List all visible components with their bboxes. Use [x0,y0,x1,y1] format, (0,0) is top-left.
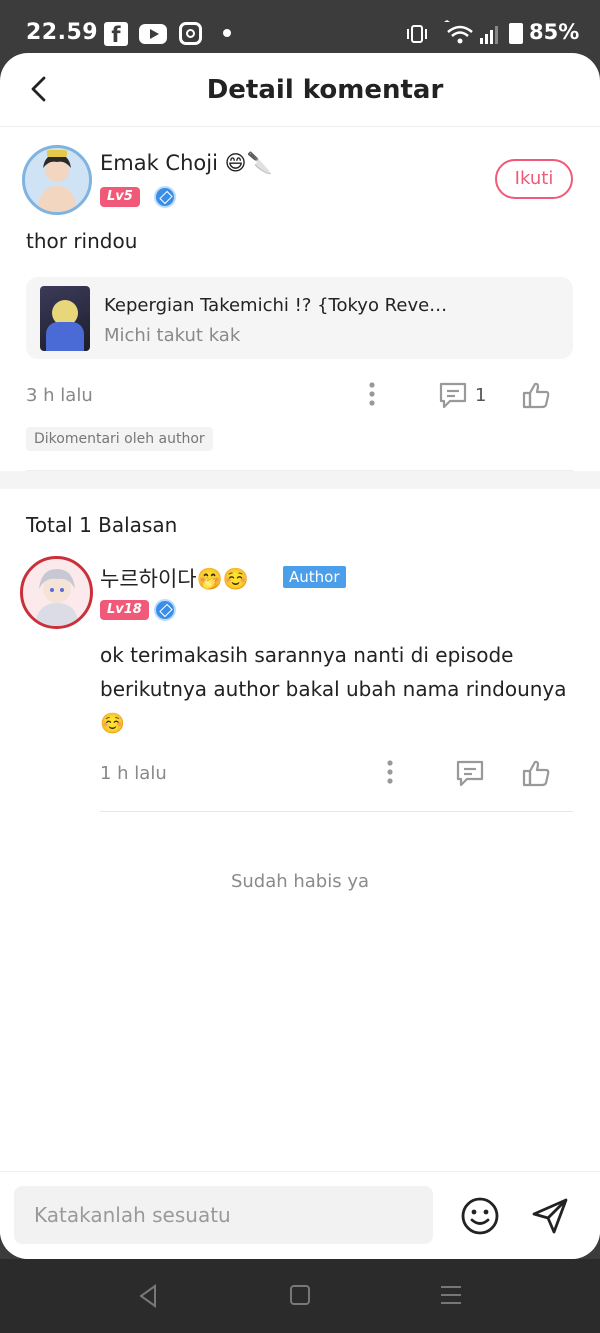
comment-time: 3 h lalu [26,385,93,406]
reply-icon[interactable] [438,381,468,409]
nav-back-icon[interactable] [137,1283,159,1309]
level-badge: Lv5 [100,187,140,207]
comment-input[interactable] [14,1186,433,1244]
facebook-icon: f [104,22,128,47]
vibrate-icon [407,25,427,43]
story-card[interactable]: Kepergian Takemichi !? {Tokyo Reve… Mich… [26,277,573,359]
page-title: Detail komentar [206,75,444,105]
reply-like-icon[interactable] [521,758,551,788]
reply-more-options-icon[interactable] [380,759,400,785]
emoji-icon[interactable] [460,1196,500,1236]
reply-username[interactable]: 누르하이다🤭☺️ [100,563,249,593]
section-separator [0,471,600,489]
status-bar: 22.59 f 85% [0,0,600,60]
status-time: 22.59 [26,20,99,45]
reply-count: 1 [475,385,487,406]
reply-verified-icon [154,599,176,621]
reply-user-avatar[interactable] [20,556,93,629]
app-screen: Detail komentar Emak Choji 😄🔪 Lv5 Ikuti … [0,53,600,1259]
nav-home-icon[interactable] [289,1283,311,1307]
author-commented-tag: Dikomentari oleh author [26,427,213,451]
reply-time: 1 h lalu [100,763,167,784]
like-icon[interactable] [521,380,551,410]
username[interactable]: Emak Choji 😄🔪 [100,151,273,176]
signal-icon [480,26,498,44]
battery-percent: 85% [529,20,580,44]
end-of-list-text: Sudah habis ya [230,871,370,892]
user-avatar[interactable] [22,145,92,215]
avatar-image [37,150,77,212]
story-subtitle: Michi takut kak [104,325,241,346]
story-cover-image [40,286,90,351]
header: Detail komentar [0,53,600,127]
comment-text: thor rindou [26,229,138,253]
author-badge: Author [283,566,346,588]
verified-icon [154,186,176,208]
reply-divider [100,811,573,812]
reply-level-badge: Lv18 [100,600,149,620]
reply-avatar-image [35,569,79,626]
send-icon[interactable] [530,1196,570,1236]
youtube-icon [139,24,167,44]
follow-button[interactable]: Ikuti [495,159,573,199]
comment-input-bar [0,1171,600,1259]
reply-reply-icon[interactable] [455,759,485,787]
reply-text: ok terimakasih sarannya nanti di episode… [100,643,567,735]
wifi-icon [444,20,473,44]
dot-icon [223,29,231,37]
battery-icon [509,23,523,44]
replies-total: Total 1 Balasan [26,513,178,537]
instagram-icon [179,22,202,45]
nav-recents-icon[interactable] [439,1283,463,1307]
system-nav-bar [0,1259,600,1333]
more-options-icon[interactable] [362,381,382,407]
story-title: Kepergian Takemichi !? {Tokyo Reve… [104,295,448,316]
